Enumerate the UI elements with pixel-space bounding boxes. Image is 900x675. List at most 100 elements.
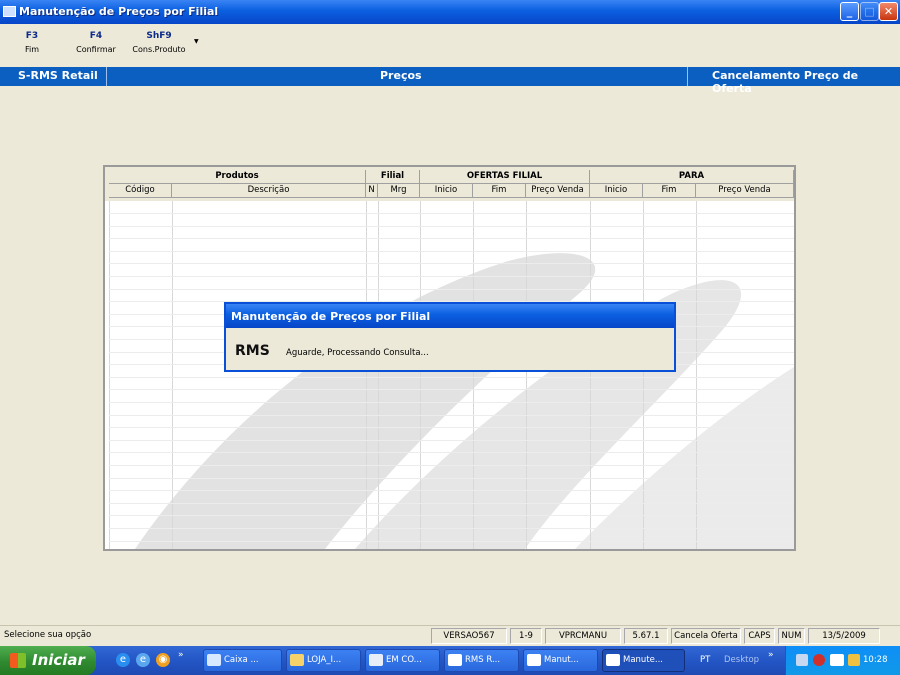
grid-row-line	[109, 288, 794, 290]
grid-row-line	[109, 376, 794, 378]
fkey-code: F3	[25, 31, 39, 41]
dialog-body: RMS Aguarde, Processando Consulta...	[228, 328, 672, 368]
status-num: NUM	[778, 628, 805, 644]
group-header-produtos: Produtos	[109, 170, 366, 184]
start-label: Iniciar	[32, 651, 85, 669]
rms-app-icon	[527, 653, 541, 666]
taskbar-item-label: RMS R...	[465, 655, 501, 665]
taskbar-item-label: EM CO...	[386, 655, 422, 665]
minimize-button[interactable]: _	[840, 2, 859, 21]
application-window: Manutenção de Preços por Filial _ □ ✕ F3…	[0, 0, 900, 646]
grid-row-line	[109, 439, 794, 441]
grid-row-line	[109, 490, 794, 492]
toolbar-expand-icon[interactable]: »	[768, 650, 774, 660]
grid-row-line	[109, 263, 794, 265]
column-header-para-inicio[interactable]: Inicio	[590, 184, 643, 198]
app-window-icon	[3, 6, 16, 17]
group-header-filial: Filial	[366, 170, 420, 184]
grid-row-line	[109, 225, 794, 227]
fim-button[interactable]: F3 Fim	[14, 31, 50, 54]
folder-icon	[290, 653, 304, 666]
ie-quicklaunch-icon[interactable]: e	[116, 653, 130, 667]
taskbar-item-rms-r[interactable]: RMS R...	[444, 649, 519, 672]
taskbar-item-manute-active[interactable]: Manute...	[602, 649, 685, 672]
processing-dialog: Manutenção de Preços por Filial RMS Agua…	[224, 302, 676, 372]
windows-taskbar: Iniciar e e ◉ » Caixa ... LOJA_I... EM C…	[0, 646, 900, 675]
dialog-message: Aguarde, Processando Consulta...	[286, 348, 429, 358]
column-header-para-fim[interactable]: Fim	[643, 184, 696, 198]
group-header-ofertas-filial: OFERTAS FILIAL	[420, 170, 590, 184]
grid-row-line	[109, 477, 794, 479]
grid-row-line	[109, 502, 794, 504]
grid-row-line	[109, 276, 794, 277]
grid-row-line	[109, 465, 794, 466]
desktop-toolbar-label[interactable]: Desktop	[724, 655, 759, 665]
fkey-label: Fim	[24, 45, 40, 54]
grid-row-line	[109, 515, 794, 517]
function-key-toolbar: F3 Fim F4 Confirmar ShF9 Cons.Produto ▼	[0, 28, 300, 64]
close-button[interactable]: ✕	[879, 2, 898, 21]
browser-quicklaunch-icon[interactable]: e	[136, 653, 150, 667]
word-document-icon	[369, 653, 383, 666]
status-message: Selecione sua opção	[4, 630, 92, 640]
status-action: Cancela Oferta	[671, 628, 741, 644]
column-header-preco-venda[interactable]: Preço Venda	[526, 184, 590, 198]
quicklaunch-more-icon[interactable]: »	[178, 650, 184, 660]
taskbar-item-label: Manut...	[544, 655, 579, 665]
security-icon[interactable]	[848, 654, 860, 666]
grid-row-line	[109, 402, 794, 403]
more-options-arrow-icon[interactable]: ▼	[194, 38, 199, 45]
column-header-codigo[interactable]: Código	[109, 184, 172, 198]
dialog-title: Manutenção de Preços por Filial	[226, 304, 674, 328]
taskbar-item-loja[interactable]: LOJA_I...	[286, 649, 361, 672]
taskbar-item-label: Manute...	[623, 655, 663, 665]
taskbar-item-em-co[interactable]: EM CO...	[365, 649, 440, 672]
column-header-mrg[interactable]: Mrg	[378, 184, 420, 198]
fkey-label: Cons.Produto	[132, 45, 186, 54]
rms-app-icon	[448, 653, 462, 666]
grid-row-line	[109, 452, 794, 454]
system-clock[interactable]: 10:28	[863, 655, 888, 665]
start-button[interactable]: Iniciar	[0, 646, 96, 675]
taskbar-item-label: LOJA_I...	[307, 655, 342, 665]
confirmar-button[interactable]: F4 Confirmar	[72, 31, 120, 54]
taskbar-item-caixa[interactable]: Caixa ...	[203, 649, 282, 672]
screen-name: Cancelamento Preço de Oferta	[712, 69, 859, 95]
network-icon[interactable]	[796, 654, 808, 666]
fkey-label: Confirmar	[76, 45, 116, 54]
window-title: Manutenção de Preços por Filial	[19, 5, 219, 18]
antivirus-icon[interactable]	[813, 654, 825, 666]
grid-row-line	[109, 238, 794, 240]
outlook-icon	[207, 653, 221, 666]
status-range: 1-9	[510, 628, 542, 644]
grid-row-line	[109, 528, 794, 529]
column-header-n[interactable]: N	[366, 184, 378, 198]
header-divider	[106, 67, 107, 86]
status-build: 5.67.1	[624, 628, 668, 644]
module-header-bar: S-RMS Retail Preços Cancelamento Preço d…	[0, 67, 900, 95]
column-header-para-preco-venda[interactable]: Preço Venda	[696, 184, 794, 198]
windows-logo-icon	[10, 653, 26, 668]
taskbar-item-label: Caixa ...	[224, 655, 259, 665]
group-header-para: PARA	[590, 170, 794, 184]
module-name: Preços	[380, 69, 422, 82]
column-header-descricao[interactable]: Descrição	[172, 184, 366, 198]
system-name: S-RMS Retail	[18, 69, 98, 82]
header-divider	[687, 67, 688, 86]
status-version: VERSAO567	[431, 628, 507, 644]
status-caps: CAPS	[744, 628, 775, 644]
title-bar[interactable]: Manutenção de Preços por Filial _ □ ✕	[0, 0, 900, 24]
language-indicator[interactable]: PT	[700, 655, 710, 665]
column-header-inicio[interactable]: Inicio	[420, 184, 473, 198]
taskbar-item-manut[interactable]: Manut...	[523, 649, 598, 672]
rms-tray-icon[interactable]	[830, 654, 844, 666]
grid-row-line	[109, 540, 794, 542]
cons-produto-button[interactable]: ShF9 Cons.Produto	[116, 31, 202, 54]
media-quicklaunch-icon[interactable]: ◉	[156, 653, 170, 667]
fkey-code: ShF9	[146, 31, 172, 41]
column-header-fim[interactable]: Fim	[473, 184, 526, 198]
grid-row-line	[109, 427, 794, 429]
rms-app-icon	[606, 653, 620, 666]
maximize-button[interactable]: □	[860, 2, 879, 21]
grid-row-line	[109, 414, 794, 416]
